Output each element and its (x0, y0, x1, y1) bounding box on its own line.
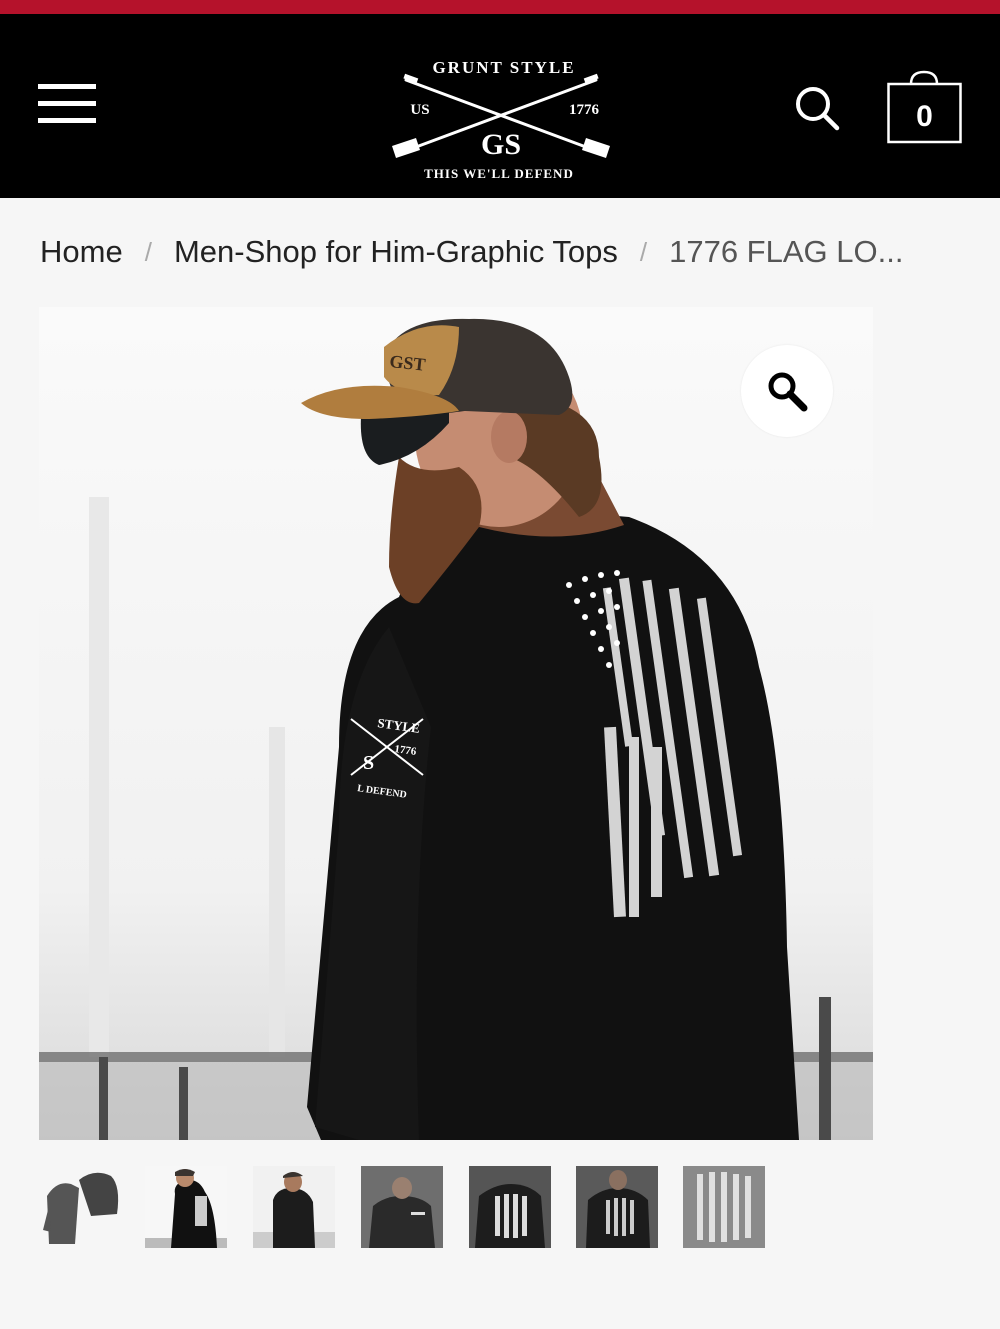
breadcrumb-separator: / (639, 236, 648, 267)
cart-button[interactable]: 0 (887, 68, 962, 144)
cap-patch-text: GST (389, 351, 427, 375)
magnifier-zoom-icon (768, 372, 808, 412)
top-accent-stripe (0, 0, 1000, 14)
thumbnail-7[interactable] (683, 1166, 765, 1248)
search-button[interactable] (793, 84, 841, 132)
brand-monogram: GS (481, 128, 521, 161)
brand-left-text: US (410, 102, 429, 118)
thumbnail-3[interactable] (253, 1166, 335, 1248)
thumbnail-6[interactable] (576, 1166, 658, 1248)
thumbnail-5[interactable] (469, 1166, 551, 1248)
breadcrumb-home-link[interactable]: Home (40, 234, 123, 270)
menu-button[interactable] (38, 84, 96, 124)
breadcrumb-current-page: 1776 FLAG LO... (669, 234, 904, 269)
hamburger-menu-icon (38, 84, 96, 89)
search-icon (796, 87, 840, 131)
thumbnail-2-active[interactable] (145, 1166, 227, 1248)
thumbnail-1[interactable] (39, 1166, 121, 1248)
brand-tagline: THIS WE'LL DEFEND (424, 166, 574, 178)
site-header: GRUNT STYLE US 1776 GS THIS WE'LL DEFEND… (0, 14, 1000, 198)
brand-logo[interactable]: GRUNT STYLE US 1776 GS THIS WE'LL DEFEND (386, 42, 616, 178)
breadcrumb-category-link[interactable]: Men-Shop for Him-Graphic Tops (174, 234, 618, 270)
sleeve-print-monogram: S (363, 752, 374, 774)
brand-right-text: 1776 (569, 102, 600, 118)
breadcrumb: Home / Men-Shop for Him-Graphic Tops / 1… (40, 230, 903, 274)
brand-top-text: GRUNT STYLE (432, 58, 575, 77)
product-main-image[interactable]: STYLE 1776 S L DEFEND GST (39, 307, 873, 1140)
zoom-image-button[interactable] (741, 345, 833, 437)
breadcrumb-separator: / (144, 236, 152, 267)
cart-count-badge: 0 (916, 100, 933, 133)
thumbnail-4[interactable] (361, 1166, 443, 1248)
